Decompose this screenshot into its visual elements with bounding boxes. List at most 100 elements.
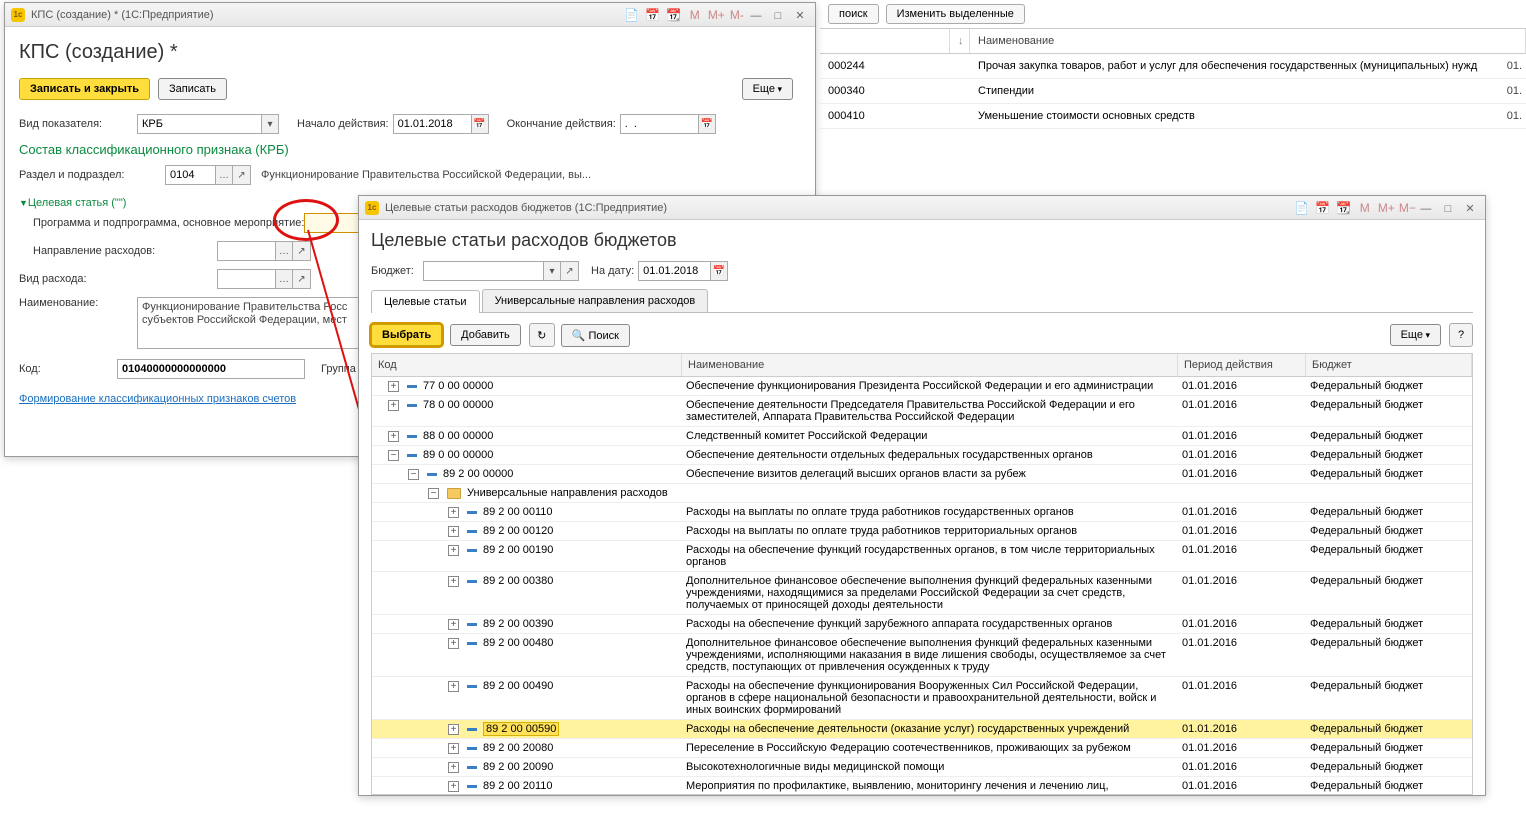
expand-toggle-icon[interactable]: + [448,576,459,587]
table-row[interactable]: + 77 0 00 00000 Обеспечение функциониров… [372,377,1472,396]
expand-toggle-icon[interactable]: + [448,545,459,556]
vid-input[interactable] [137,114,261,134]
dlg-more-button[interactable]: Еще [1390,324,1441,346]
date-picker-icon[interactable]: 📅 [710,261,728,281]
m-icon[interactable]: M [1357,200,1373,216]
table-row[interactable]: + 89 2 00 00590 Расходы на обеспечение д… [372,720,1472,739]
naim-textarea[interactable]: Функционирование Правительства Росс субъ… [137,297,367,349]
minimize-icon[interactable]: — [1417,200,1435,216]
col-budget[interactable]: Бюджет [1306,354,1472,376]
expand-toggle-icon[interactable]: − [428,488,439,499]
select-button[interactable]: Выбрать [371,324,442,346]
table-row[interactable]: − 89 0 00 00000 Обеспечение деятельности… [372,446,1472,465]
bg-row[interactable]: 000410Уменьшение стоимости основных сред… [820,104,1526,129]
col-period[interactable]: Период действия [1178,354,1306,376]
table-row[interactable]: + 89 2 00 00380 Дополнительное финансово… [372,572,1472,615]
expand-toggle-icon[interactable]: + [388,381,399,392]
calc-icon[interactable]: 📄 [624,7,640,23]
table-row[interactable]: − 89 2 00 00000 Обеспечение визитов деле… [372,465,1472,484]
budget-input[interactable] [423,261,543,281]
collapse-target-article[interactable]: Целевая статья ("") [19,197,126,209]
bg-search-button[interactable]: поиск [828,4,879,24]
table-row[interactable]: + 89 2 00 00120 Расходы на выплаты по оп… [372,522,1472,541]
bg-row[interactable]: 000340Стипендии01. [820,79,1526,104]
expand-toggle-icon[interactable]: + [448,681,459,692]
tab-universal-directions[interactable]: Универсальные направления расходов [482,289,709,312]
table-row[interactable]: − Универсальные направления расходов [372,484,1472,503]
vidr-select-icon[interactable]: … [275,269,293,289]
expand-toggle-icon[interactable]: + [448,507,459,518]
dlg-titlebar[interactable]: 1c Целевые статьи расходов бюджетов (1С:… [359,196,1485,220]
table-row[interactable]: + 89 2 00 00490 Расходы на обеспечение ф… [372,677,1472,720]
razdel-select-icon[interactable]: … [215,165,233,185]
expand-toggle-icon[interactable]: + [448,743,459,754]
bg-row[interactable]: 000244Прочая закупка товаров, работ и ус… [820,54,1526,79]
mminus-icon[interactable]: M− [1399,200,1415,216]
expand-toggle-icon[interactable]: + [388,400,399,411]
razdel-open-icon[interactable]: ↗ [233,165,251,185]
kps-titlebar[interactable]: 1c КПС (создание) * (1С:Предприятие) 📄 📅… [5,3,815,27]
expand-toggle-icon[interactable]: + [448,724,459,735]
expand-toggle-icon[interactable]: + [448,619,459,630]
napr-open-icon[interactable]: ↗ [293,241,311,261]
expand-toggle-icon[interactable]: + [388,431,399,442]
expand-toggle-icon[interactable]: + [448,781,459,792]
expand-toggle-icon[interactable]: + [448,762,459,773]
close-icon[interactable]: ✕ [1461,200,1479,216]
form-classifiers-link[interactable]: Формирование классификационных признаков… [19,393,296,405]
end-date-picker-icon[interactable]: 📅 [698,114,716,134]
start-date-input[interactable] [393,114,471,134]
m-icon[interactable]: M [687,7,703,23]
maximize-icon[interactable]: □ [769,7,787,23]
minimize-icon[interactable]: — [747,7,765,23]
table-row[interactable]: + 89 2 00 00110 Расходы на выплаты по оп… [372,503,1472,522]
add-button[interactable]: Добавить [450,324,521,346]
search-button[interactable]: 🔍Поиск [561,324,630,347]
expand-toggle-icon[interactable]: + [448,638,459,649]
vid-dropdown-icon[interactable]: ▾ [261,114,279,134]
calendar-icon[interactable]: 📅 [645,7,661,23]
mplus-icon[interactable]: M+ [708,7,724,23]
table-row[interactable]: + 88 0 00 00000 Следственный комитет Рос… [372,427,1472,446]
refresh-icon[interactable]: ↻ [529,323,555,347]
napr-select-icon[interactable]: … [275,241,293,261]
table-row[interactable]: + 78 0 00 00000 Обеспечение деятельности… [372,396,1472,427]
budget-open-icon[interactable]: ↗ [561,261,579,281]
date-input[interactable] [638,261,710,281]
bg-edit-selected-button[interactable]: Изменить выделенные [886,4,1025,24]
napr-input[interactable] [217,241,275,261]
budget-dropdown-icon[interactable]: ▾ [543,261,561,281]
date31-icon[interactable]: 📆 [1336,200,1352,216]
vidr-input[interactable] [217,269,275,289]
tab-target-articles[interactable]: Целевые статьи [371,290,480,313]
start-date-picker-icon[interactable]: 📅 [471,114,489,134]
table-row[interactable]: + 89 2 00 20090 Высокотехнологичные виды… [372,758,1472,777]
mminus-icon[interactable]: M- [729,7,745,23]
expand-toggle-icon[interactable]: − [408,469,419,480]
more-button[interactable]: Еще [742,78,793,100]
maximize-icon[interactable]: □ [1439,200,1457,216]
prog-input[interactable] [304,213,362,233]
mplus-icon[interactable]: M+ [1378,200,1394,216]
table-row[interactable]: + 89 2 00 00190 Расходы на обеспечение ф… [372,541,1472,572]
calc-icon[interactable]: 📄 [1294,200,1310,216]
end-date-input[interactable] [620,114,698,134]
col-code[interactable]: Код [372,354,682,376]
razdel-input[interactable] [165,165,215,185]
expand-toggle-icon[interactable]: + [448,526,459,537]
table-row[interactable]: + 89 2 00 20110 Мероприятия по профилакт… [372,777,1472,795]
date31-icon[interactable]: 📆 [666,7,682,23]
save-close-button[interactable]: Записать и закрыть [19,78,150,100]
table-row[interactable]: + 89 2 00 20080 Переселение в Российскую… [372,739,1472,758]
kod-input[interactable] [117,359,305,379]
col-name[interactable]: Наименование [682,354,1178,376]
save-button[interactable]: Записать [158,78,227,100]
expand-toggle-icon[interactable]: − [388,450,399,461]
calendar-icon[interactable]: 📅 [1315,200,1331,216]
close-icon[interactable]: ✕ [791,7,809,23]
sort-indicator-icon[interactable]: ↓ [950,29,970,53]
help-icon[interactable]: ? [1449,323,1473,347]
vidr-open-icon[interactable]: ↗ [293,269,311,289]
table-row[interactable]: + 89 2 00 00390 Расходы на обеспечение ф… [372,615,1472,634]
table-row[interactable]: + 89 2 00 00480 Дополнительное финансово… [372,634,1472,677]
